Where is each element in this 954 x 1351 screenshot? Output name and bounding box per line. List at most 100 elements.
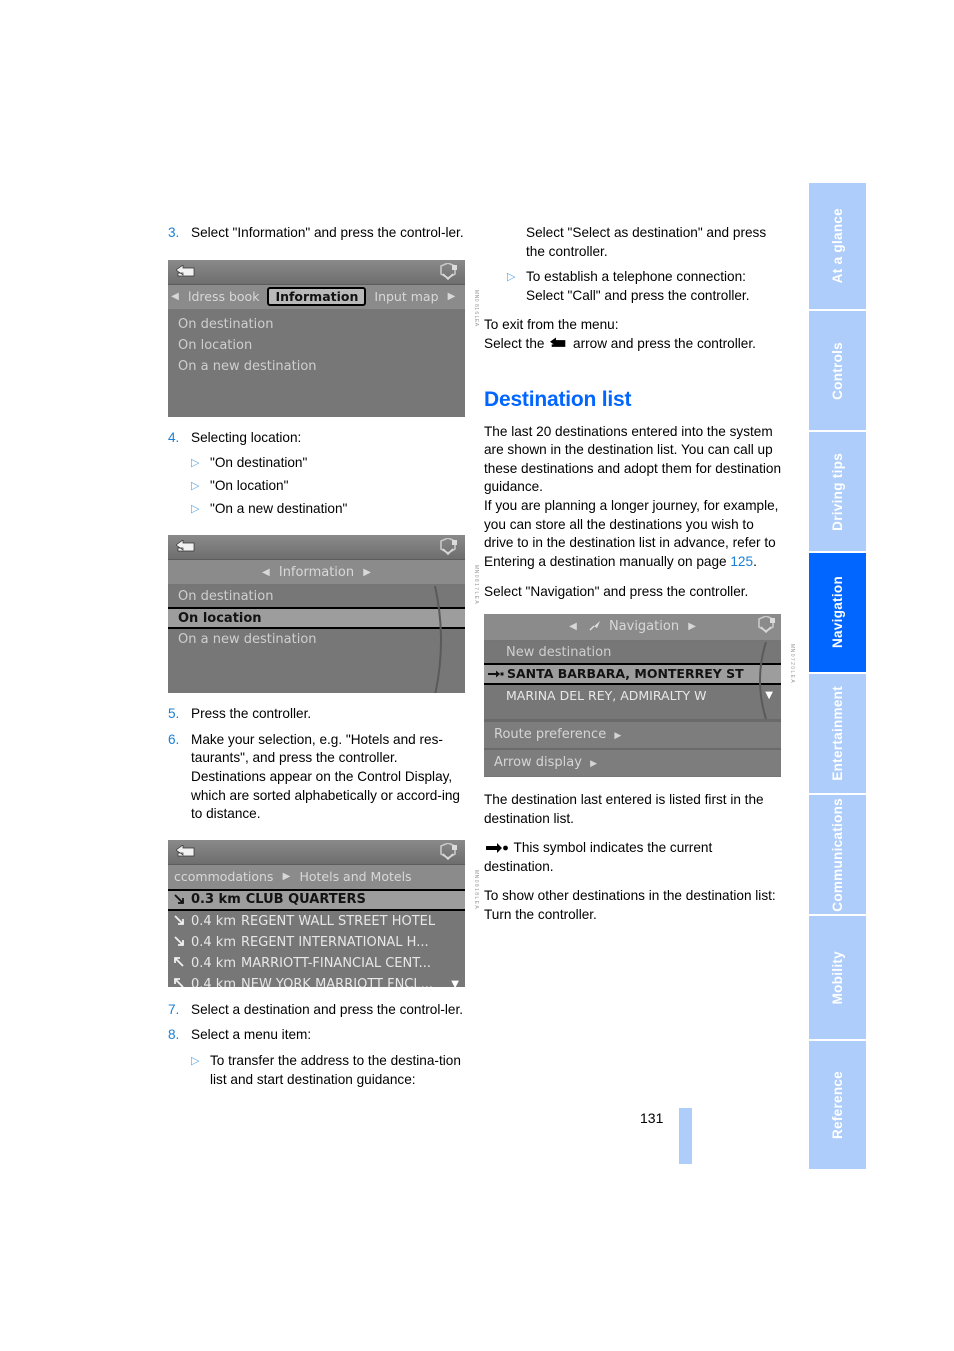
page-reference-link[interactable]: 125 — [730, 554, 753, 569]
back-arrow-icon[interactable] — [176, 264, 196, 279]
list-item-label: MARRIOTT-FINANCIAL CENT... — [241, 955, 432, 971]
breadcrumb-hotels-motels[interactable]: Hotels and Motels — [293, 869, 417, 884]
back-arrow-icon[interactable] — [176, 844, 196, 859]
tab-next-icon[interactable]: ▶ — [445, 291, 459, 302]
list-item[interactable]: On destination — [168, 314, 465, 335]
idrive-list: 0.3 km CLUB QUARTERS 0.4 km REGENT WALL … — [168, 888, 465, 987]
list-item-distance: 0.4 km — [191, 976, 236, 987]
back-arrow-icon — [550, 337, 566, 347]
idrive-titlebar — [168, 839, 465, 865]
sidebar-item-mobility[interactable]: Mobility — [809, 916, 866, 1039]
controller-icon — [440, 262, 457, 280]
bullet-triangle-icon: ▷ — [191, 503, 200, 516]
step-6-text: Make your selection, e.g. "Hotels and re… — [191, 731, 460, 822]
arrow-up-left-icon — [174, 978, 184, 987]
sidebar-item-communications[interactable]: Communications — [809, 795, 866, 914]
idrive-tabbar[interactable]: ◀ ldress book Information Input map ▶ — [168, 284, 465, 309]
bullet-text: "On destination" — [210, 455, 308, 471]
nav-next-icon[interactable]: ▶ — [685, 621, 699, 632]
page-number-bar — [679, 1108, 692, 1164]
list-item[interactable]: On a new destination — [168, 629, 465, 650]
left-column: 3. Select "Information" and press the co… — [168, 224, 479, 1093]
list-item-distance: 0.4 km — [191, 913, 236, 929]
menu-item-route-preference[interactable]: Route preference ▶ — [484, 721, 781, 748]
step-5-text: Press the controller. — [191, 706, 312, 722]
breadcrumb-accommodations[interactable]: ccommodations — [168, 869, 279, 884]
show-other-destinations-note: To show other destinations in the destin… — [484, 888, 776, 904]
list-item[interactable]: MARINA DEL REY, ADMIRALTY W ▼ — [484, 685, 781, 706]
select-navigation-instruction: Select "Navigation" and press the contro… — [484, 584, 749, 600]
arrow-down-right-icon — [174, 915, 184, 926]
step-3-number: 3. — [168, 225, 180, 240]
idrive-tabbar[interactable]: ◀ Information ▶ — [168, 560, 465, 585]
list-item-new-destination[interactable]: New destination — [484, 642, 781, 663]
list-item[interactable]: 0.4 km NEW YORK MARRIOTT FNCL... ▼ — [168, 974, 465, 987]
sidebar-item-label: Reference — [830, 1071, 845, 1139]
idrive-breadcrumb[interactable]: ccommodations ▶ Hotels and Motels — [168, 864, 465, 889]
tab-prev-icon[interactable]: ◀ — [168, 291, 182, 302]
sidebar-item-label: Communications — [830, 797, 845, 912]
tab-prev-icon[interactable]: ◀ — [259, 567, 273, 578]
exit-menu-text-a: Select the — [484, 335, 545, 351]
idrive-list: On destination On location On a new dest… — [168, 308, 465, 416]
sidebar-item-label: Entertainment — [830, 686, 845, 781]
scroll-down-icon[interactable]: ▼ — [451, 974, 459, 987]
tab-title-information: Information — [278, 564, 355, 580]
step-7-text: Select a destination and press the contr… — [191, 1001, 464, 1017]
bullet-triangle-icon: ▷ — [191, 1054, 200, 1067]
destination-list-para-1: The last 20 destinations entered into th… — [484, 423, 781, 495]
idrive-nav-titlebar[interactable]: ◀ Navigation ▶ — [484, 613, 781, 640]
list-item-label: MARINA DEL REY, ADMIRALTY W — [506, 687, 707, 703]
tab-address-book[interactable]: ldress book — [182, 289, 265, 304]
back-arrow-icon[interactable] — [176, 540, 196, 554]
sidebar-item-label: At a glance — [830, 208, 845, 284]
bullet-triangle-icon: ▷ — [191, 480, 200, 493]
bullet-text: "On location" — [210, 478, 289, 494]
nav-title: Navigation — [608, 619, 680, 635]
tab-input-map[interactable]: Input map — [368, 289, 444, 304]
para2-text-b: . — [753, 553, 757, 569]
submenu-arrow-icon: ▶ — [614, 730, 622, 741]
bullet-text: To establish a telephone connection: Sel… — [526, 269, 750, 303]
bullet-text: To transfer the address to the destina-t… — [210, 1052, 461, 1087]
list-item-label: REGENT INTERNATIONAL H... — [241, 934, 429, 950]
continuation-text: Select "Select as destination" and press… — [526, 225, 767, 259]
tab-next-icon[interactable]: ▶ — [360, 567, 374, 578]
list-item[interactable]: 0.4 km REGENT WALL STREET HOTEL — [168, 911, 465, 932]
sidebar-item-label: Controls — [830, 341, 845, 400]
sidebar-item-driving-tips[interactable]: Driving tips — [809, 432, 866, 551]
list-item-distance: 0.4 km — [191, 955, 236, 971]
list-item-selected[interactable]: SANTA BARBARA, MONTERREY ST — [484, 662, 781, 685]
screenshot-information-menu: ◀ ldress book Information Input map ▶ On… — [168, 259, 479, 417]
sidebar-item-reference[interactable]: Reference — [809, 1041, 866, 1169]
scroll-down-icon[interactable]: ▼ — [765, 685, 773, 706]
sidebar-item-entertainment[interactable]: Entertainment — [809, 674, 866, 793]
exit-menu-line1: To exit from the menu: — [484, 317, 619, 333]
tab-information[interactable]: Information — [267, 287, 367, 307]
list-item[interactable]: 0.4 km MARRIOTT-FINANCIAL CENT... — [168, 953, 465, 974]
list-item-selected[interactable]: 0.3 km CLUB QUARTERS — [168, 888, 465, 911]
list-item-selected[interactable]: On location — [168, 607, 465, 630]
nav-prev-icon[interactable]: ◀ — [566, 621, 580, 632]
figure-code: MN 0 8 1 7 L E A — [473, 565, 479, 605]
list-item-label: REGENT WALL STREET HOTEL — [241, 913, 436, 929]
step-6-number: 6. — [168, 731, 180, 747]
list-item-label: CLUB QUARTERS — [245, 892, 366, 908]
list-item[interactable]: 0.4 km REGENT INTERNATIONAL H... — [168, 932, 465, 953]
list-item[interactable]: On destination — [168, 586, 465, 607]
sidebar-item-controls[interactable]: Controls — [809, 311, 866, 430]
sidebar-item-navigation[interactable]: Navigation — [809, 553, 866, 672]
list-item[interactable]: On location — [168, 335, 465, 356]
sidebar-item-at-a-glance[interactable]: At a glance — [809, 183, 866, 309]
current-destination-icon — [486, 843, 508, 854]
step-4-number: 4. — [168, 429, 180, 445]
figure-code: MN 0 8 1 8 L E A — [473, 869, 479, 910]
current-destination-icon — [488, 670, 504, 678]
step-4-bullet: ▷ "On a new destination" — [168, 500, 468, 519]
idrive-titlebar — [168, 535, 465, 561]
list-item[interactable]: On a new destination — [168, 356, 465, 377]
step-7: 7. Select a destination and press the co… — [168, 1001, 468, 1020]
menu-item-arrow-display[interactable]: Arrow display ▶ — [484, 749, 781, 776]
step-3: 3. Select "Information" and press the co… — [168, 224, 468, 243]
figure-code: MN0 81 6 LEA — [473, 289, 479, 327]
